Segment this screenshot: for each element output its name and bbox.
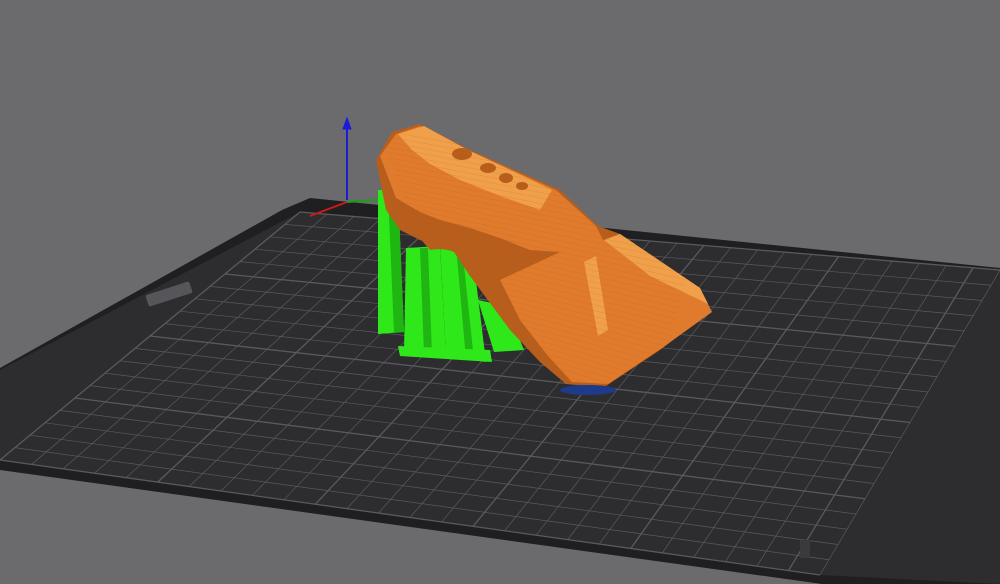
scene-canvas[interactable] <box>0 0 1000 584</box>
y-axis-icon <box>346 199 379 203</box>
first-layer-footprint <box>560 385 616 395</box>
z-axis-arrow-icon <box>342 116 352 130</box>
bed-corner-marker <box>800 540 810 558</box>
3d-viewport[interactable] <box>0 0 1000 584</box>
